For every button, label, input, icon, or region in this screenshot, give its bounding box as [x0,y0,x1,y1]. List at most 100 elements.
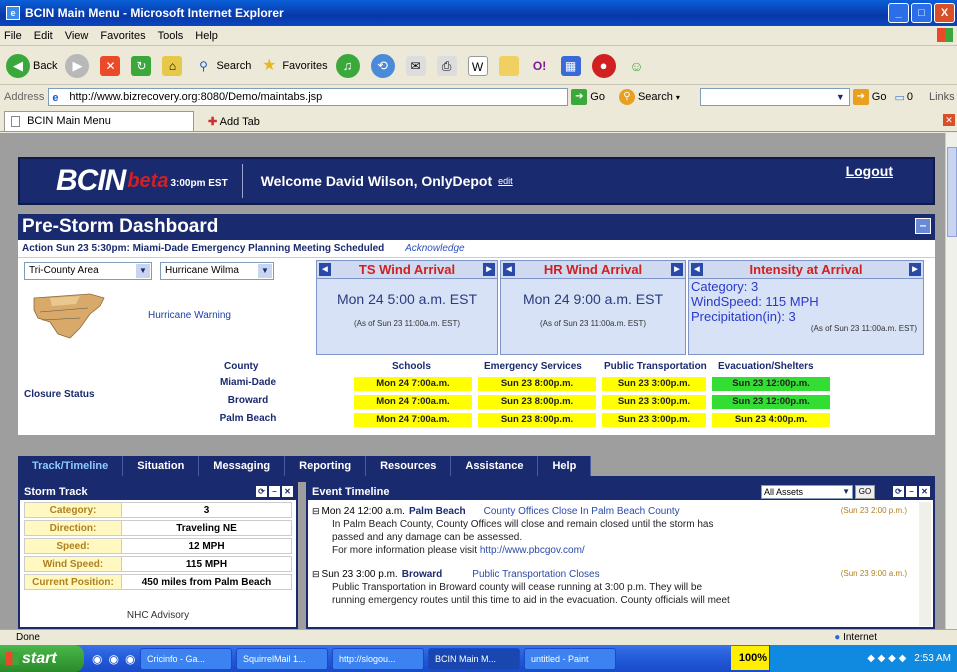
home-button[interactable]: ⌂ [162,55,185,76]
refresh-button[interactable]: ↻ [131,55,154,76]
search-dropdown-icon[interactable]: ▼ [836,92,845,102]
favorites-button[interactable]: ★ Favorites [259,56,327,76]
action-bar: Action Sun 23 5:30pm: Miami-Dade Emergen… [18,240,935,258]
add-tab-button[interactable]: ✚ Add Tab [202,112,266,131]
edit-profile-link[interactable]: edit [498,176,513,186]
close-button[interactable]: X [934,3,955,23]
tab-messaging[interactable]: Messaging [199,456,286,476]
menu-help[interactable]: Help [195,30,218,42]
page-counter-icon[interactable]: ▭ [894,91,904,104]
history-button[interactable]: ⟲ [370,53,398,78]
prev-arrow-icon[interactable]: ◀ [503,263,515,276]
go-button[interactable]: ➔ Go [571,89,605,105]
prev-arrow-icon[interactable]: ◀ [319,263,331,276]
print-button[interactable]: ⎙ [436,55,460,76]
start-button[interactable]: start [0,645,84,672]
next-arrow-icon[interactable]: ▶ [483,263,495,276]
tool-button-1[interactable]: ▦ [560,55,584,76]
tab-resources[interactable]: Resources [366,456,452,476]
collapse-icon[interactable]: ⊟ [312,569,320,580]
area-select[interactable]: Tri-County Area ▼ [24,262,152,280]
hurricane-map-icon[interactable] [30,284,130,344]
page-scrollbar[interactable] [945,133,957,629]
links-label[interactable]: Links [929,91,955,103]
taskbar: start ◉◉◉ Cricinfo - Ga... SquirrelMail … [0,645,957,672]
minimize-icon[interactable]: – [269,486,280,497]
tool-button-2[interactable]: ● [591,53,619,78]
forward-button[interactable]: ▶ [65,53,92,78]
menu-edit[interactable]: Edit [34,30,53,42]
search-input[interactable] [699,88,850,106]
mail-button[interactable]: ✉ [405,55,429,76]
col-header-county: County [224,361,259,372]
taskbar-item[interactable]: Cricinfo - Ga... [140,647,232,670]
header-divider [241,164,243,198]
tab-situation[interactable]: Situation [123,456,200,476]
refresh-icon[interactable]: ⟳ [256,486,267,497]
media-button[interactable]: ♫ [335,53,363,78]
back-button[interactable]: ◀ Back [6,53,57,78]
storm-panel: Tri-County Area ▼ Hurricane Wilma ▼ Hurr… [18,258,935,357]
event-timeline-panel: Event Timeline All Assets ▼ GO ⟳ – ✕ ⊟ M… [306,482,935,629]
search-toolbar-button[interactable]: ⚲ Search ▾ [618,89,680,105]
prev-arrow-icon[interactable]: ◀ [691,263,703,276]
event-title-link[interactable]: County Offices Close In Palm Beach Count… [484,506,680,517]
collapse-icon[interactable]: ⊟ [312,506,320,517]
tab-close-icon[interactable]: ✕ [943,114,955,126]
scroll-thumb[interactable] [947,147,957,237]
menubar: File Edit View Favorites Tools Help [0,26,957,46]
search-button[interactable]: ⚲ Search [193,56,251,76]
ts-wind-time: Mon 24 5:00 a.m. EST [336,291,478,307]
track-row: Wind Speed: 115 MPH [24,556,292,572]
menu-favorites[interactable]: Favorites [100,30,145,42]
minimize-icon[interactable]: – [906,486,917,497]
minimize-button[interactable]: _ [888,3,909,23]
tab-reporting[interactable]: Reporting [285,456,367,476]
dashboard-minimize-icon[interactable]: – [915,218,931,234]
next-arrow-icon[interactable]: ▶ [671,263,683,276]
filter-go-button[interactable]: GO [855,485,875,499]
logout-link[interactable]: Logout [846,163,893,179]
taskbar-item-active[interactable]: BCIN Main M... [428,647,520,670]
tab-help[interactable]: Help [538,456,592,476]
intensity-title: Intensity at Arrival [749,262,863,277]
messenger-button[interactable]: O! [530,56,553,76]
tool-button-3[interactable]: ☺ [627,56,650,76]
edit-page-button[interactable]: W [467,55,491,76]
close-icon[interactable]: ✕ [919,486,930,497]
people-icon: ☺ [629,57,644,74]
taskbar-item[interactable]: http://slogou... [332,647,424,670]
hurricane-warning-link[interactable]: Hurricane Warning [148,310,231,321]
tab-assistance[interactable]: Assistance [451,456,539,476]
menu-file[interactable]: File [4,30,22,42]
quick-launch-icons[interactable]: ◉◉◉ [84,652,140,666]
nhc-advisory-link[interactable]: NHC Advisory [20,610,296,621]
taskbar-item[interactable]: SquirrelMail 1... [236,647,328,670]
intensity-windspeed: WindSpeed: 115 MPH [691,294,819,309]
forward-arrow-icon: ▶ [65,53,90,78]
refresh-icon[interactable]: ⟳ [893,486,904,497]
menu-tools[interactable]: Tools [158,30,184,42]
tab-bcin-main-menu[interactable]: BCIN Main Menu [4,111,194,131]
folder-button[interactable] [498,55,522,76]
timeline-scrollbar[interactable] [919,502,931,626]
cell-emergency: Sun 23 8:00p.m. [478,395,596,409]
search-go-button[interactable]: ➔ Go [852,89,886,105]
maximize-button[interactable]: □ [911,3,932,23]
next-arrow-icon[interactable]: ▶ [909,263,921,276]
asset-filter-select[interactable]: All Assets ▼ [761,485,853,499]
tray-icons[interactable]: ◆ ◆ ◆ ◆ [867,653,906,664]
stop-button[interactable]: ✕ [100,55,123,76]
event-title-link[interactable]: Public Transportation Closes [472,569,599,580]
taskbar-item[interactable]: untitled - Paint [524,647,616,670]
col-header-transport: Public Transportation [604,361,707,372]
browser-toolbar: ◀ Back ▶ ✕ ↻ ⌂ ⚲ Search ★ Favorites ♫ ⟲ … [0,47,957,85]
hurricane-select[interactable]: Hurricane Wilma ▼ [160,262,274,280]
pbcgov-link[interactable]: http://www.pbcgov.com/ [480,545,585,556]
close-icon[interactable]: ✕ [282,486,293,497]
tab-track-timeline[interactable]: Track/Timeline [18,456,124,476]
cell-emergency: Sun 23 8:00p.m. [478,377,596,391]
acknowledge-link[interactable]: Acknowledge [405,243,464,254]
menu-view[interactable]: View [65,30,89,42]
address-input[interactable]: http://www.bizrecovery.org:8080/Demo/mai… [48,88,569,106]
